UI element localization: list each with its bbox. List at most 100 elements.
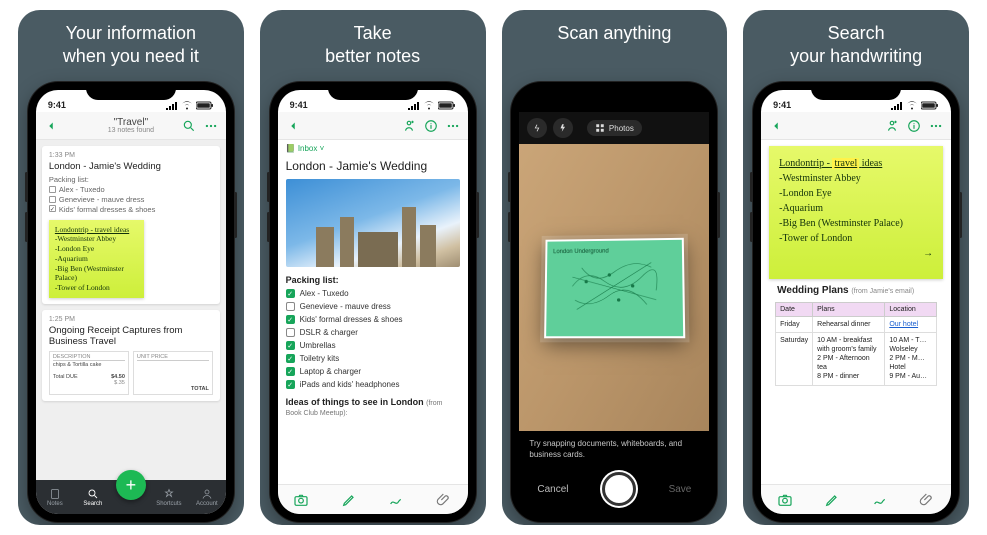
checklist-item[interactable]: Genevieve - mauve dress bbox=[286, 300, 460, 313]
handwriting-sticky: Londontrip - travel ideas -Westminster A… bbox=[769, 146, 943, 279]
note-body[interactable]: Londontrip - travel ideas -Westminster A… bbox=[761, 140, 951, 484]
new-note-fab[interactable]: + bbox=[116, 470, 146, 500]
table-row: Friday Rehearsal dinner Our hotel bbox=[776, 317, 937, 333]
checklist-item[interactable]: Laptop & charger bbox=[286, 365, 460, 378]
sticky-thumb: Londontrip - travel ideas -Westminster A… bbox=[49, 220, 144, 298]
tab-search[interactable]: Search bbox=[74, 488, 112, 507]
checkbox-icon[interactable] bbox=[286, 341, 295, 350]
edit-icon[interactable] bbox=[824, 492, 840, 508]
checkbox-icon[interactable] bbox=[286, 367, 295, 376]
hero-image bbox=[286, 179, 460, 267]
note-card[interactable]: 1:33 PM London - Jamie's Wedding Packing… bbox=[42, 146, 220, 304]
checklist-item[interactable]: Alex - Tuxedo bbox=[286, 287, 460, 300]
checklist-item[interactable]: Umbrellas bbox=[286, 339, 460, 352]
wifi-icon bbox=[423, 101, 435, 110]
camera-topbar: Photos bbox=[519, 112, 709, 144]
signal-icon bbox=[408, 102, 420, 110]
checklist-item[interactable]: Kids' formal dresses & shoes bbox=[286, 313, 460, 326]
table-row: Saturday 10 AM - breakfast with groom's … bbox=[776, 333, 937, 385]
panel-title: Your information when you need it bbox=[63, 22, 199, 74]
mode-selector[interactable]: Photos bbox=[587, 120, 642, 136]
panel-title: Take better notes bbox=[325, 22, 420, 74]
checkbox-icon[interactable] bbox=[286, 315, 295, 324]
info-icon[interactable] bbox=[424, 119, 438, 133]
promo-panel-1: Your information when you need it 9:41 "… bbox=[18, 10, 244, 525]
camera-viewfinder: London Underground bbox=[519, 144, 709, 431]
battery-icon bbox=[921, 101, 939, 110]
promo-panel-4: Search your handwriting 9:41 bbox=[743, 10, 969, 525]
editor-toolbar bbox=[761, 484, 951, 514]
share-icon[interactable] bbox=[402, 119, 416, 133]
checklist-item[interactable]: iPads and kids' headphones bbox=[286, 378, 460, 391]
wifi-icon bbox=[906, 101, 918, 110]
attachment-icon[interactable] bbox=[436, 492, 452, 508]
panel-title: Search your handwriting bbox=[790, 22, 922, 74]
info-icon[interactable] bbox=[907, 119, 921, 133]
search-highlight: travel bbox=[832, 158, 859, 169]
phone-mock: 9:41 📗 Inbox ˅ bbox=[270, 82, 476, 522]
flash-icon[interactable] bbox=[553, 118, 573, 138]
cancel-button[interactable]: Cancel bbox=[537, 484, 568, 495]
card-title: Ongoing Receipt Captures from Business T… bbox=[49, 325, 213, 347]
card-time: 1:25 PM bbox=[49, 316, 213, 323]
attachment-icon[interactable] bbox=[919, 492, 935, 508]
checklist-item[interactable]: DSLR & charger bbox=[286, 326, 460, 339]
status-time: 9:41 bbox=[48, 100, 66, 110]
shutter-button[interactable] bbox=[602, 472, 636, 506]
more-icon[interactable] bbox=[446, 119, 460, 133]
more-icon[interactable] bbox=[204, 119, 218, 133]
tab-shortcuts[interactable]: Shortcuts bbox=[150, 488, 188, 507]
editor-toolbar bbox=[278, 484, 468, 514]
sketch-icon[interactable] bbox=[872, 492, 888, 508]
link[interactable]: Our hotel bbox=[889, 321, 918, 328]
checkbox-icon[interactable] bbox=[286, 289, 295, 298]
phone-mock: Photos London Underground bbox=[511, 82, 717, 522]
search-results: 1:33 PM London - Jamie's Wedding Packing… bbox=[36, 140, 226, 480]
wifi-icon bbox=[181, 101, 193, 110]
battery-icon bbox=[196, 101, 214, 110]
checkbox-icon[interactable] bbox=[286, 354, 295, 363]
share-icon[interactable] bbox=[885, 119, 899, 133]
checkbox-icon[interactable] bbox=[286, 328, 295, 337]
note-card[interactable]: 1:25 PM Ongoing Receipt Captures from Bu… bbox=[42, 310, 220, 401]
status-time: 9:41 bbox=[290, 100, 308, 110]
signal-icon bbox=[891, 102, 903, 110]
ideas-header: Ideas of things to see in London (from B… bbox=[278, 395, 468, 419]
editor-navbar bbox=[761, 112, 951, 140]
checklist: Alex - Tuxedo Genevieve - mauve dress Ki… bbox=[278, 287, 468, 391]
map-lines bbox=[553, 257, 677, 314]
editor-navbar bbox=[278, 112, 468, 140]
tab-notes[interactable]: Notes bbox=[36, 488, 74, 507]
save-button[interactable]: Save bbox=[669, 484, 692, 495]
signal-icon bbox=[166, 102, 178, 110]
camera-icon[interactable] bbox=[777, 492, 793, 508]
packing-header: Packing list: bbox=[278, 273, 468, 287]
back-icon[interactable] bbox=[769, 119, 783, 133]
more-icon[interactable] bbox=[929, 119, 943, 133]
promo-panel-3: Scan anything Photos bbox=[502, 10, 728, 525]
panel-title: Scan anything bbox=[557, 22, 671, 74]
scanned-document: London Underground bbox=[544, 237, 685, 337]
table-header-row: Date Plans Location bbox=[776, 303, 937, 317]
tab-account[interactable]: Account bbox=[188, 488, 226, 507]
search-icon[interactable] bbox=[182, 119, 196, 133]
plans-table: Date Plans Location Friday Rehearsal din… bbox=[775, 302, 937, 386]
checkbox-icon[interactable] bbox=[286, 302, 295, 311]
note-title[interactable]: London - Jamie's Wedding bbox=[278, 157, 468, 179]
battery-icon bbox=[438, 101, 456, 110]
status-time: 9:41 bbox=[773, 100, 791, 110]
tab-bar: Notes Search Shortcuts Account + bbox=[36, 480, 226, 514]
promo-panel-2: Take better notes 9:41 bbox=[260, 10, 486, 525]
camera-icon[interactable] bbox=[293, 492, 309, 508]
checklist-item[interactable]: Toiletry kits bbox=[286, 352, 460, 365]
notebook-selector[interactable]: 📗 Inbox ˅ bbox=[278, 140, 468, 157]
sketch-icon[interactable] bbox=[388, 492, 404, 508]
phone-mock: 9:41 bbox=[753, 82, 959, 522]
back-icon[interactable] bbox=[286, 119, 300, 133]
card-title: London - Jamie's Wedding bbox=[49, 161, 213, 172]
note-editor[interactable]: 📗 Inbox ˅ London - Jamie's Wedding Packi… bbox=[278, 140, 468, 484]
auto-icon[interactable] bbox=[527, 118, 547, 138]
camera-bottombar: Cancel Save bbox=[519, 464, 709, 514]
checkbox-icon[interactable] bbox=[286, 380, 295, 389]
edit-icon[interactable] bbox=[341, 492, 357, 508]
